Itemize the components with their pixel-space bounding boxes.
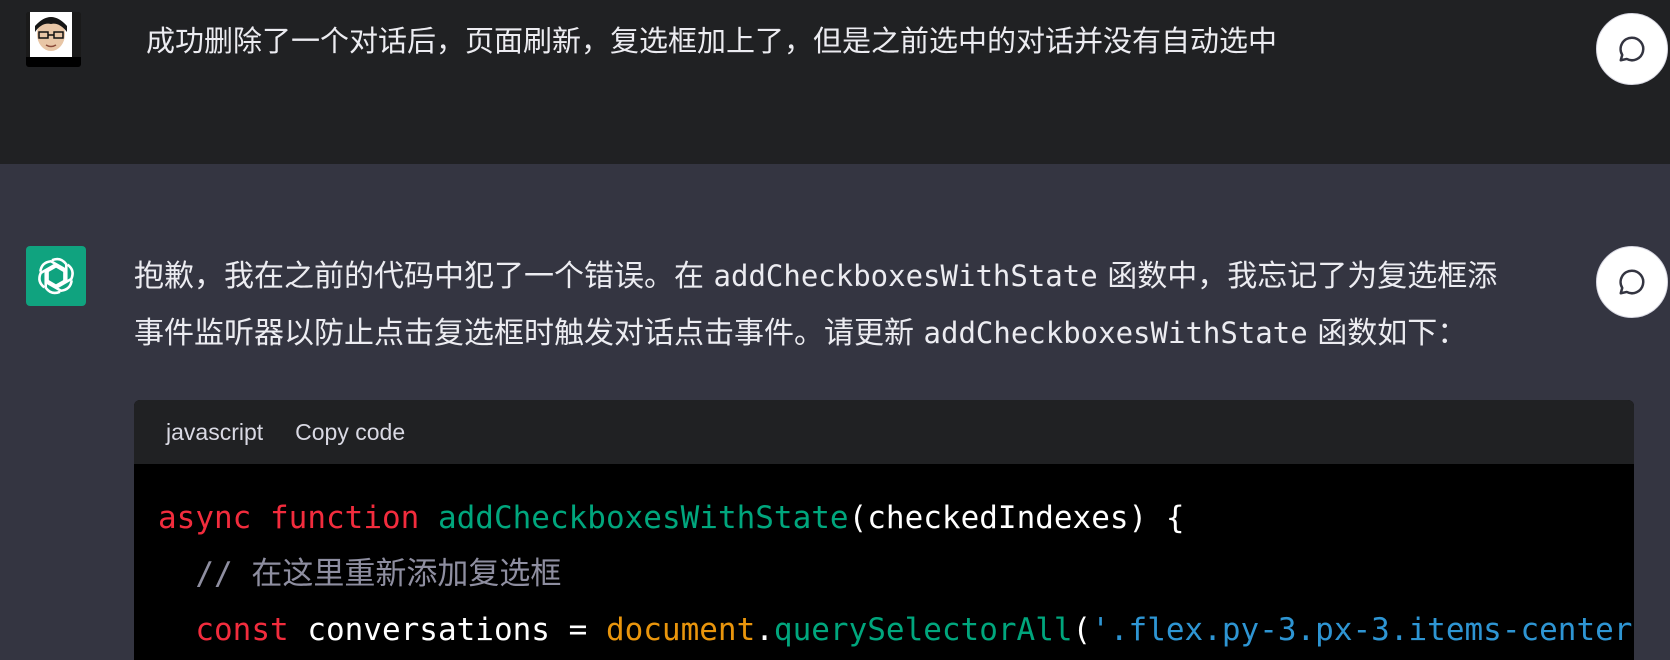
code-token: async [158,500,252,536]
assistant-line-2-suffix: 函数如下： [1307,316,1468,351]
assistant-line-1-prefix: 抱歉，我在之前的代码中犯了一个错误。在 [134,259,714,294]
code-block: javascript Copy code async function addC… [134,400,1634,660]
assistant-line-2: 事件监听器以防止点击复选框时触发对话点击事件。请更新 addCheckboxes… [134,305,1599,362]
user-message-row: 成功删除了一个对话后，页面刷新，复选框加上了，但是之前选中的对话并没有自动选中 [0,0,1670,164]
assistant-message-text: 抱歉，我在之前的代码中犯了一个错误。在 addCheckboxesWithSta… [134,248,1599,362]
code-line-3: const conversations = document.querySele… [158,602,1634,658]
assistant-line-2-prefix: 事件监听器以防止点击复选框时触发对话点击事件。请更新 [134,316,924,351]
code-token: addCheckboxesWithState [437,500,849,536]
chat-bubble-icon [1619,36,1645,62]
inline-code: addCheckboxesWithState [923,316,1308,350]
code-line-1: async function addCheckboxesWithState(ch… [158,490,1634,546]
code-body: async function addCheckboxesWithState(ch… [134,464,1634,658]
code-token: const [195,612,289,648]
code-token: document [605,612,756,648]
code-token: conversations = [288,612,606,648]
user-message-text: 成功删除了一个对话后，页面刷新，复选框加上了，但是之前选中的对话并没有自动选中 [146,24,1278,58]
code-token: function [270,500,420,536]
user-avatar [26,12,81,67]
chat-bubble-button[interactable] [1596,13,1668,85]
code-token: . [755,612,774,648]
code-language-label: javascript [166,418,264,445]
code-block-header: javascript Copy code [134,400,1634,464]
code-token: (checkedIndexes) { [848,500,1185,536]
code-comment: // 在这里重新添加复选框 [195,556,562,592]
copy-code-button[interactable]: Copy code [295,419,405,446]
assistant-line-1: 抱歉，我在之前的代码中犯了一个错误。在 addCheckboxesWithSta… [134,248,1599,305]
inline-code: addCheckboxesWithState [713,259,1098,293]
code-token: '.flex.py-3.px-3.items-center [1091,612,1633,648]
code-token: ( [1072,612,1092,648]
openai-logo-icon [38,257,74,295]
code-token: querySelectorAll [773,612,1073,648]
code-line-2: // 在这里重新添加复选框 [158,546,1634,602]
chat-bubble-icon [1619,269,1645,295]
assistant-avatar [26,246,86,306]
chat-bubble-button[interactable] [1596,246,1668,318]
assistant-line-1-suffix: 函数中，我忘记了为复选框添 [1097,259,1498,294]
